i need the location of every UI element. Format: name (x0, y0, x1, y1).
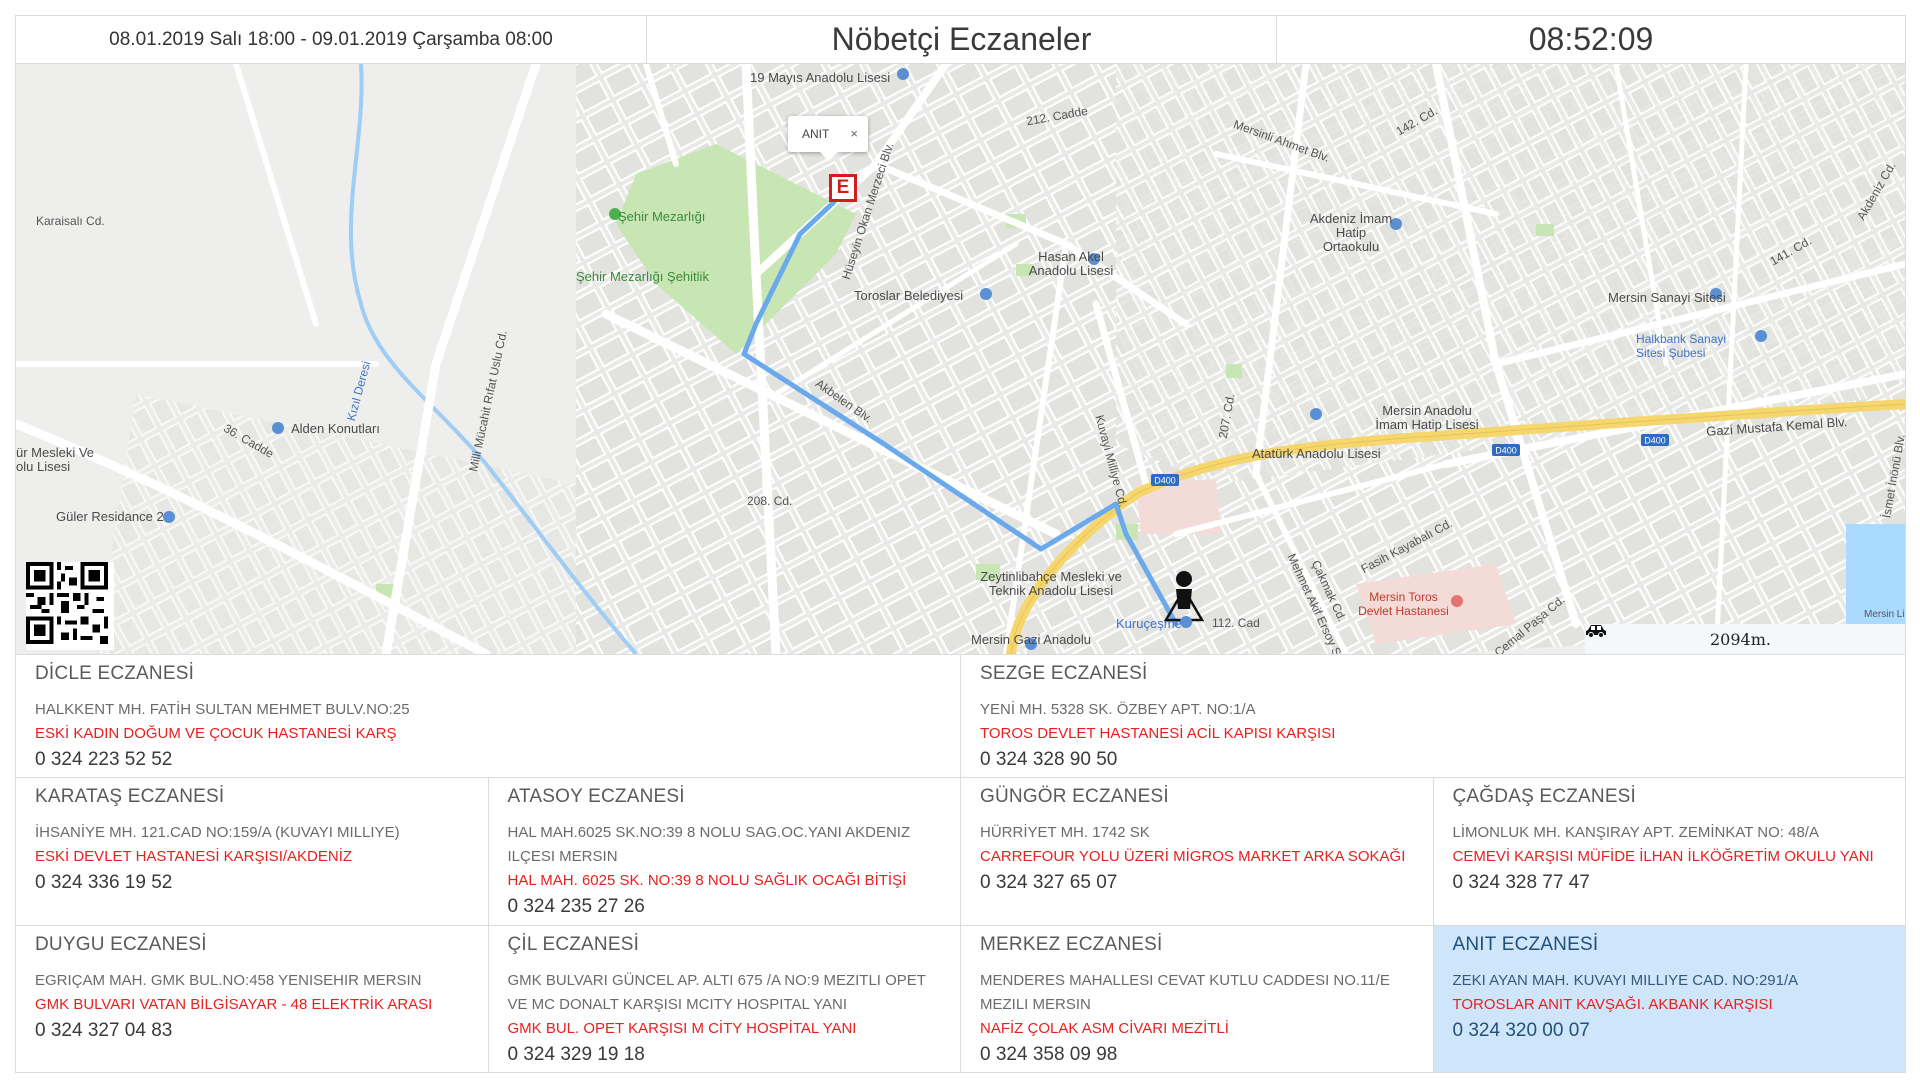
pharmacy-name: KARATAŞ ECZANESİ (35, 786, 225, 807)
pharmacy-directions: TOROS DEVLET HASTANESİ ACİL KAPISI KARŞI… (980, 725, 1336, 742)
pharmacy-phone: 0 324 327 65 07 (980, 872, 1118, 893)
map-canvas: D400 D400 D400 (16, 64, 1905, 654)
close-icon[interactable]: × (850, 126, 858, 141)
pharmacy-name: ÇAĞDAŞ ECZANESİ (1452, 786, 1637, 807)
pharmacy-address: HALKKENT MH. FATİH SULTAN MEHMET BULV.NO… (35, 701, 410, 718)
page-title: Nöbetçi Eczaneler (646, 16, 1276, 63)
pharmacy-card[interactable]: KARATAŞ ECZANESİ İHSANİYE MH. 121.CAD NO… (16, 778, 489, 925)
map-label: Kuruçeşme (1116, 616, 1182, 631)
map-label: 112. Cad (1212, 616, 1260, 630)
pharmacy-card[interactable]: DİCLE ECZANESİ HALKKENT MH. FATİH SULTAN… (16, 655, 961, 777)
pharmacy-marker-icon[interactable]: E (829, 174, 857, 202)
map-label: Mersin Gazi Anadolu (971, 632, 1091, 647)
map-label: Toroslar Belediyesi (854, 288, 964, 303)
pharmacy-phone: 0 324 327 04 83 (35, 1020, 173, 1041)
pharmacy-card[interactable]: SEZGE ECZANESİ YENİ MH. 5328 SK. ÖZBEY A… (961, 655, 1906, 777)
header-bar: 08.01.2019 Salı 18:00 - 09.01.2019 Çarşa… (15, 15, 1906, 64)
pharmacy-address: İHSANİYE MH. 121.CAD NO:159/A (KUVAYI MI… (35, 824, 400, 841)
pharmacy-address: YENİ MH. 5328 SK. ÖZBEY APT. NO:1/A (980, 701, 1256, 718)
svg-text:D400: D400 (1154, 476, 1176, 486)
clock: 08:52:09 (1276, 16, 1905, 63)
pharmacy-phone: 0 324 328 77 47 (1452, 872, 1590, 893)
map-view[interactable]: D400 D400 D400 19 Mayıs Anadolu Lisesi Ş… (15, 64, 1906, 654)
map-label: ür Mesleki Ve olu Lisesi (16, 445, 95, 474)
pharmacy-name: ÇİL ECZANESİ (507, 934, 640, 955)
map-label: Atatürk Anadolu Lisesi (1252, 446, 1381, 461)
pharmacy-directions: GMK BULVARI VATAN BİLGİSAYAR - 48 ELEKTR… (35, 996, 433, 1013)
pharmacy-phone: 0 324 320 00 07 (1452, 1020, 1590, 1041)
map-label: Akdeniz İmam Hatip Ortaokulu (1309, 211, 1393, 254)
map-label: Güler Residance 2 (56, 509, 164, 524)
pharmacy-directions: GMK BUL. OPET KARŞISI M CİTY HOSPİTAL YA… (507, 1020, 857, 1037)
pharmacy-name: DUYGU ECZANESİ (35, 934, 207, 955)
pharmacy-phone: 0 324 329 19 18 (507, 1044, 645, 1065)
pharmacy-directions: TOROSLAR ANIT KAVŞAĞI. AKBANK KARŞISI (1452, 996, 1773, 1013)
pharmacy-directions: HAL MAH. 6025 SK. NO:39 8 NOLU SAĞLIK OC… (507, 872, 907, 889)
pharmacy-address: MENDERES MAHALLESI CEVAT KUTLU CADDESI N… (980, 972, 1390, 1013)
pharmacy-address: LİMONLUK MH. KANŞIRAY APT. ZEMİNKAT NO: … (1452, 824, 1819, 841)
pharmacy-card[interactable]: GÜNGÖR ECZANESİ HÜRRİYET MH. 1742 SK CAR… (961, 778, 1434, 925)
pharmacy-address: HAL MAH.6025 SK.NO:39 8 NOLU SAG.OC.YANI… (507, 824, 911, 865)
map-label: Halkbank Sanayi Sitesi Şubesi (1636, 332, 1727, 360)
map-label: Mersin Limanı (1864, 609, 1905, 620)
map-label: 19 Mayıs Anadolu Lisesi (750, 70, 891, 85)
pharmacy-card[interactable]: DUYGU ECZANESİ EGRIÇAM MAH. GMK BUL.NO:4… (16, 926, 489, 1073)
svg-text:D400: D400 (1495, 446, 1517, 456)
pharmacy-address: HÜRRİYET MH. 1742 SK (980, 824, 1150, 841)
svg-text:D400: D400 (1644, 436, 1666, 446)
pharmacy-phone: 0 324 358 09 98 (980, 1044, 1118, 1065)
pharmacy-directions: CARREFOUR YOLU ÜZERİ MİGROS MARKET ARKA … (980, 848, 1406, 865)
duty-date-range: 08.01.2019 Salı 18:00 - 09.01.2019 Çarşa… (109, 28, 553, 50)
pharmacy-name: GÜNGÖR ECZANESİ (980, 786, 1169, 807)
map-label: Mersin Toros Devlet Hastanesi (1358, 590, 1449, 618)
pharmacy-address: EGRIÇAM MAH. GMK BUL.NO:458 YENISEHIR ME… (35, 972, 422, 989)
pharmacy-card[interactable]: MERKEZ ECZANESİ MENDERES MAHALLESI CEVAT… (961, 926, 1434, 1073)
map-label: Mersin Sanayi Sitesi (1608, 290, 1726, 305)
map-label: Şehir Mezarlığı Şehitlik (576, 269, 709, 284)
car-icon (1586, 625, 1606, 638)
pharmacy-name: DİCLE ECZANESİ (35, 663, 195, 684)
pharmacy-phone: 0 324 336 19 52 (35, 872, 173, 893)
map-label: Hasan Akel Anadolu Lisesi (1028, 249, 1114, 278)
map-label: Şehir Mezarlığı (618, 209, 706, 224)
route-distance: 2094m. (1710, 629, 1771, 649)
pharmacy-card[interactable]: ATASOY ECZANESİ HAL MAH.6025 SK.NO:39 8 … (488, 778, 961, 925)
pharmacy-directions: CEMEVİ KARŞISI MÜFİDE İLHAN İLKÖĞRETİM O… (1452, 848, 1874, 865)
pharmacy-name: ATASOY ECZANESİ (507, 786, 685, 807)
pharmacy-directions: NAFİZ ÇOLAK ASM CİVARI MEZİTLİ (980, 1020, 1229, 1037)
pharmacy-address: GMK BULVARI GÜNCEL AP. ALTI 675 /A NO:9 … (507, 972, 926, 1013)
pharmacy-phone: 0 324 223 52 52 (35, 749, 173, 770)
pharmacy-directions: ESKİ KADIN DOĞUM VE ÇOCUK HASTANESİ KARŞ (35, 725, 397, 742)
map-label: Alden Konutları (291, 421, 380, 436)
pharmacy-phone: 0 324 235 27 26 (507, 896, 645, 917)
pharmacy-directions: ESKİ DEVLET HASTANESİ KARŞISI/AKDENİZ (35, 848, 353, 865)
pharmacy-name: SEZGE ECZANESİ (980, 663, 1148, 684)
pharmacy-name: MERKEZ ECZANESİ (980, 934, 1163, 955)
pharmacy-card[interactable]: ÇİL ECZANESİ GMK BULVARI GÜNCEL AP. ALTI… (488, 926, 961, 1073)
pharmacy-card[interactable]: ÇAĞDAŞ ECZANESİ LİMONLUK MH. KANŞIRAY AP… (1433, 778, 1906, 925)
map-label: Mersin Anadolu İmam Hatip Lisesi (1375, 403, 1479, 432)
map-label: Karaisalı Cd. (36, 214, 105, 228)
distance-box: 2094m. (1585, 624, 1905, 654)
pharmacy-list: DİCLE ECZANESİ HALKKENT MH. FATİH SULTAN… (15, 654, 1906, 1073)
pharmacy-card-selected[interactable]: ANIT ECZANESİ ZEKI AYAN MAH. KUVAYI MILL… (1433, 926, 1906, 1073)
pharmacy-name: ANIT ECZANESİ (1452, 934, 1599, 955)
qr-code (26, 562, 114, 650)
map-label: 208. Cd. (747, 494, 793, 508)
map-info-window[interactable]: ANIT × (788, 116, 868, 161)
pharmacy-address: ZEKI AYAN MAH. KUVAYI MILLIYE CAD. NO:29… (1452, 972, 1799, 989)
pharmacy-phone: 0 324 328 90 50 (980, 749, 1118, 770)
info-window-label: ANIT (802, 127, 830, 141)
map-label: Zeytinlibahçe Mesleki ve Teknik Anadolu … (980, 569, 1122, 598)
